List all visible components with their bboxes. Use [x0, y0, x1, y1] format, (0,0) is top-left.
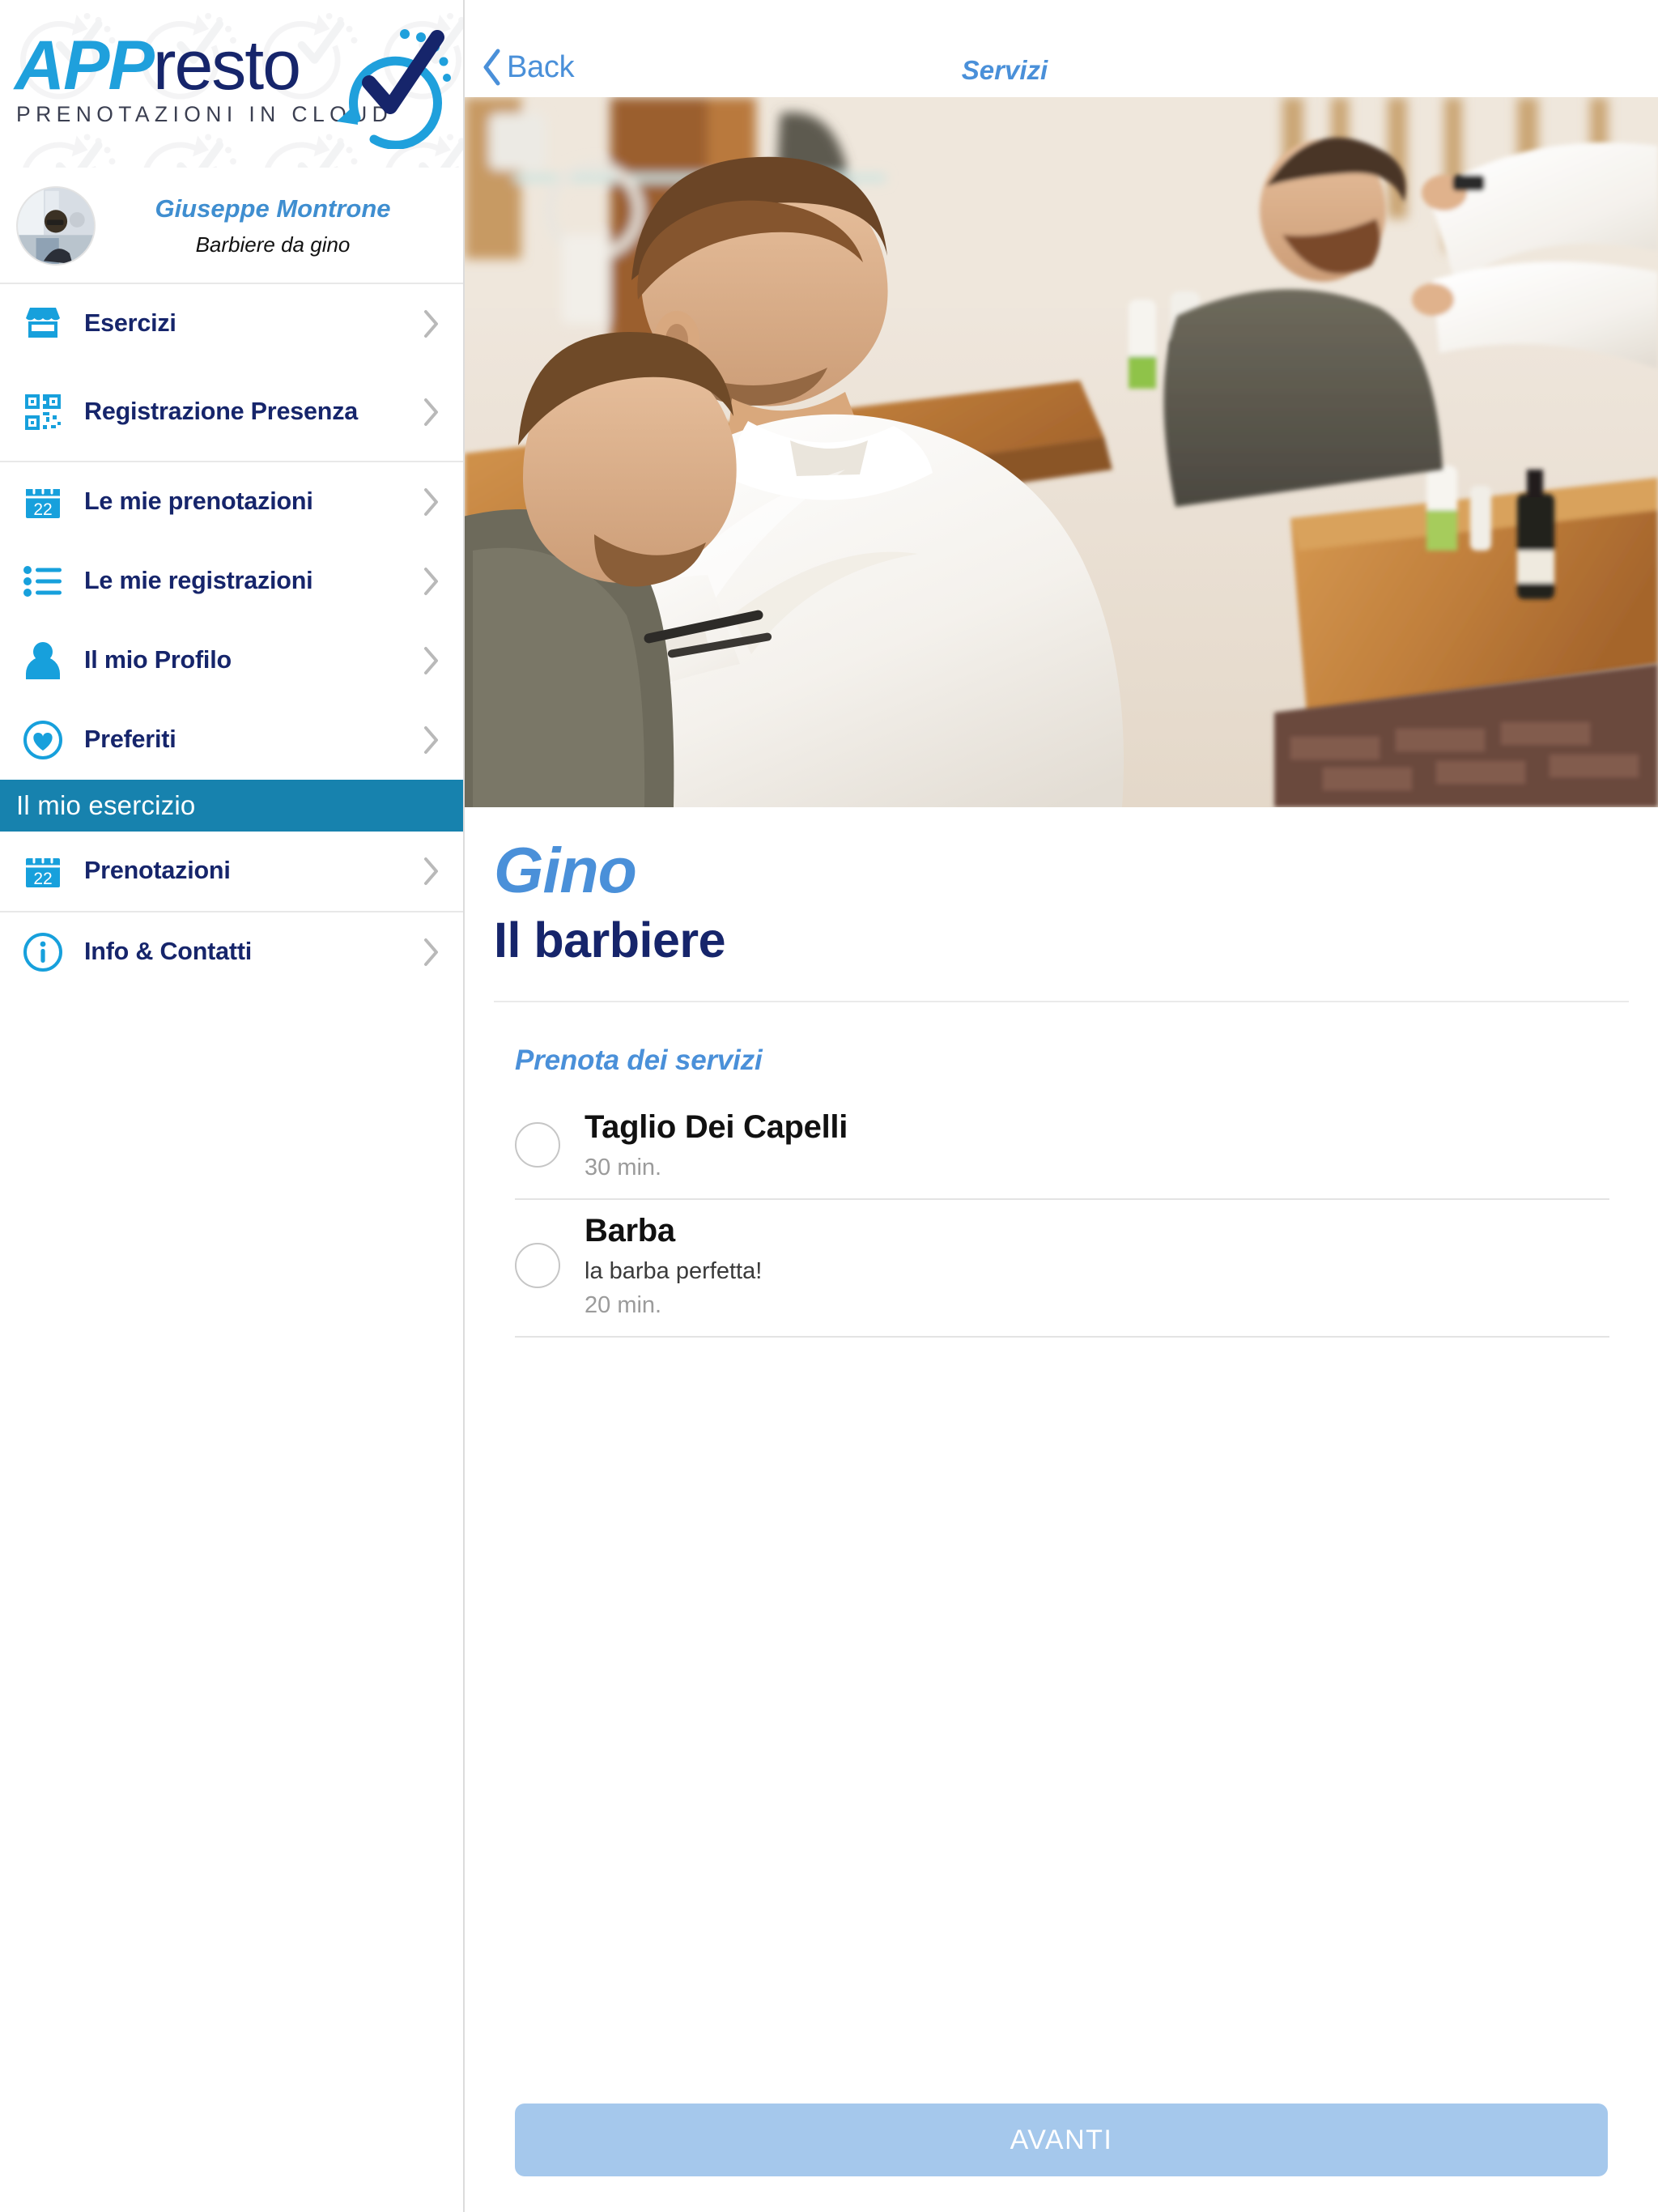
sidebar-item-label: Il mio Profilo [84, 646, 232, 674]
sidebar-item-label: Registrazione Presenza [84, 398, 359, 426]
user-profile[interactable]: Giuseppe Montrone Barbiere da gino [0, 168, 463, 284]
services-section-title: Prenota dei servizi [515, 1044, 763, 1077]
flex-spacer [465, 1338, 1658, 2104]
svg-text:22: 22 [33, 500, 52, 519]
barbershop-photo [465, 97, 1658, 807]
logo-wordmark: APPresto [15, 26, 301, 106]
sidebar-item-esercizi[interactable]: Esercizi [0, 284, 463, 364]
avanti-button[interactable]: AVANTI [515, 2104, 1608, 2176]
app-root: APPresto PRENOTAZIONI IN CLOUD Giuseppe … [0, 0, 1658, 2212]
service-radio-button[interactable] [515, 1242, 560, 1288]
sidebar-section-header-label: Il mio esercizio [16, 790, 196, 820]
chevron-right-icon [421, 722, 442, 758]
footer-actions: AVANTI [465, 2104, 1658, 2212]
shop-hero-image [465, 97, 1658, 807]
service-details: Taglio Dei Capelli 30 min. [585, 1108, 1609, 1182]
sidebar-item-label: Le mie registrazioni [84, 567, 313, 595]
shop-subtitle: Il barbiere [494, 912, 726, 968]
qr-code-icon [18, 387, 68, 437]
sidebar-group-general: Esercizi Registrazione Presenza [0, 284, 463, 462]
chevron-right-icon [421, 564, 442, 599]
sidebar-item-label: Prenotazioni [84, 857, 231, 885]
sidebar-item-le-mie-prenotazioni[interactable]: 22 Le mie prenotazioni [0, 462, 463, 542]
calendar-22-icon: 22 [18, 846, 68, 896]
bullet-list-icon [18, 556, 68, 606]
profile-role: Barbiere da gino [195, 232, 351, 257]
sidebar-item-le-mie-registrazioni[interactable]: Le mie registrazioni [0, 542, 463, 621]
service-duration: 20 min. [585, 1292, 662, 1319]
logo-resto-text: resto [152, 27, 301, 104]
top-navigation-bar: Back Servizi [465, 0, 1658, 97]
heart-circle-icon [18, 715, 68, 765]
service-list-item[interactable]: Taglio Dei Capelli 30 min. [515, 1096, 1609, 1200]
svg-text:22: 22 [33, 870, 52, 888]
chevron-left-icon [483, 49, 500, 86]
calendar-22-icon: 22 [18, 477, 68, 527]
chevron-right-icon [421, 643, 442, 678]
sidebar-item-registrazione-presenza[interactable]: Registrazione Presenza [0, 364, 463, 461]
page-title: Servizi [961, 55, 1048, 85]
service-name: Barba [585, 1212, 675, 1249]
profile-name: Giuseppe Montrone [155, 194, 391, 223]
service-list-item[interactable]: Barba la barba perfetta! 20 min. [515, 1200, 1609, 1338]
sidebar-item-label: Preferiti [84, 725, 176, 754]
shop-name: Gino [494, 834, 637, 906]
back-button[interactable]: Back [481, 49, 575, 86]
sidebar: APPresto PRENOTAZIONI IN CLOUD Giuseppe … [0, 0, 465, 2212]
sidebar-item-il-mio-profilo[interactable]: Il mio Profilo [0, 621, 463, 700]
profile-text: Giuseppe Montrone Barbiere da gino [96, 194, 463, 257]
service-name: Taglio Dei Capelli [585, 1109, 848, 1146]
sidebar-section-header-il-mio-esercizio: Il mio esercizio [0, 780, 463, 832]
sidebar-item-label: Info & Contatti [84, 938, 253, 966]
sidebar-item-label: Esercizi [84, 309, 176, 338]
sidebar-group-info: Info & Contatti [0, 912, 463, 992]
main-panel: Back Servizi Gino Il barbiere Prenota de… [465, 0, 1658, 2212]
shop-header: Gino Il barbiere [465, 807, 1658, 968]
chevron-right-icon [421, 394, 442, 430]
avatar-photo [18, 187, 94, 264]
logo: APPresto PRENOTAZIONI IN CLOUD [8, 15, 461, 152]
chevron-right-icon [421, 853, 442, 889]
sidebar-item-label: Le mie prenotazioni [84, 487, 313, 516]
service-duration: 30 min. [585, 1154, 662, 1180]
chevron-right-icon [421, 934, 442, 970]
avatar [16, 185, 96, 266]
logo-app-text: APP [15, 27, 155, 104]
sidebar-group-my-business: 22 Prenotazioni [0, 832, 463, 912]
brand-logo-block: APPresto PRENOTAZIONI IN CLOUD [0, 0, 463, 168]
service-radio-button[interactable] [515, 1121, 560, 1168]
content-area: Gino Il barbiere Prenota dei servizi Tag… [465, 807, 1658, 2212]
service-description: la barba perfetta! [585, 1257, 763, 1284]
sidebar-item-prenotazioni[interactable]: 22 Prenotazioni [0, 832, 463, 911]
back-button-label: Back [507, 49, 575, 84]
sidebar-item-preferiti[interactable]: Preferiti [0, 700, 463, 780]
person-icon [18, 636, 68, 686]
chevron-right-icon [421, 484, 442, 520]
checkmark-circle-icon [337, 29, 451, 149]
info-circle-icon [18, 927, 68, 977]
chevron-right-icon [421, 306, 442, 342]
sidebar-item-info-contatti[interactable]: Info & Contatti [0, 912, 463, 992]
services-list: Taglio Dei Capelli 30 min. Barba la barb… [465, 1096, 1658, 1338]
sidebar-group-personal: 22 Le mie prenotazioni Le mie registrazi… [0, 462, 463, 780]
service-details: Barba la barba perfetta! 20 min. [585, 1211, 1609, 1320]
storefront-icon [18, 299, 68, 349]
